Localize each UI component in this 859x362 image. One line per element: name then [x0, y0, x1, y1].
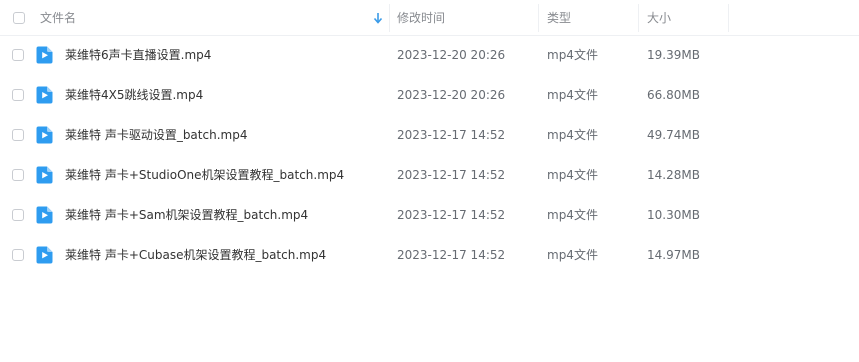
file-modified-time: 2023-12-17 14:52 [397, 128, 506, 142]
video-file-icon [36, 206, 53, 224]
file-name[interactable]: 莱维特 声卡驱动设置_batch.mp4 [65, 128, 247, 142]
file-size: 14.28MB [647, 168, 700, 182]
file-type: mp4文件 [547, 168, 598, 182]
column-header-modified[interactable]: 修改时间 [397, 11, 445, 25]
file-name[interactable]: 莱维特 声卡+Sam机架设置教程_batch.mp4 [65, 208, 308, 222]
column-header-size[interactable]: 大小 [647, 11, 671, 25]
file-modified-time: 2023-12-17 14:52 [397, 168, 506, 182]
column-divider[interactable] [389, 4, 390, 32]
file-name[interactable]: 莱维特 声卡+Cubase机架设置教程_batch.mp4 [65, 248, 326, 262]
video-file-icon [36, 166, 53, 184]
row-checkbox[interactable] [12, 129, 24, 141]
row-checkbox[interactable] [12, 209, 24, 221]
file-list: 文件名 修改时间 类型 大小 莱维特6声卡直播设置.mp4 2023-12-20… [0, 0, 859, 362]
video-file-icon [36, 86, 53, 104]
column-header-name[interactable]: 文件名 [40, 11, 76, 25]
sort-down-arrow-icon[interactable] [373, 12, 383, 24]
file-type: mp4文件 [547, 208, 598, 222]
file-row[interactable]: 莱维特 声卡+Cubase机架设置教程_batch.mp4 2023-12-17… [0, 235, 859, 275]
file-row[interactable]: 莱维特 声卡+Sam机架设置教程_batch.mp4 2023-12-17 14… [0, 195, 859, 235]
file-row[interactable]: 莱维特4X5跳线设置.mp4 2023-12-20 20:26 mp4文件 66… [0, 75, 859, 115]
file-type: mp4文件 [547, 88, 598, 102]
file-modified-time: 2023-12-20 20:26 [397, 48, 506, 62]
video-file-icon [36, 46, 53, 64]
file-size: 19.39MB [647, 48, 700, 62]
file-modified-time: 2023-12-20 20:26 [397, 88, 506, 102]
row-checkbox[interactable] [12, 49, 24, 61]
row-checkbox[interactable] [12, 249, 24, 261]
file-size: 10.30MB [647, 208, 700, 222]
file-row[interactable]: 莱维特6声卡直播设置.mp4 2023-12-20 20:26 mp4文件 19… [0, 35, 859, 75]
file-type: mp4文件 [547, 48, 598, 62]
video-file-icon [36, 126, 53, 144]
file-size: 49.74MB [647, 128, 700, 142]
column-divider[interactable] [638, 4, 639, 32]
file-name[interactable]: 莱维特6声卡直播设置.mp4 [65, 48, 211, 62]
file-size: 66.80MB [647, 88, 700, 102]
file-name[interactable]: 莱维特4X5跳线设置.mp4 [65, 88, 203, 102]
file-type: mp4文件 [547, 128, 598, 142]
video-file-icon [36, 246, 53, 264]
file-modified-time: 2023-12-17 14:52 [397, 208, 506, 222]
column-divider[interactable] [728, 4, 729, 32]
file-size: 14.97MB [647, 248, 700, 262]
select-all-checkbox[interactable] [13, 12, 25, 24]
file-list-header: 文件名 修改时间 类型 大小 [0, 0, 859, 36]
column-header-type[interactable]: 类型 [547, 11, 571, 25]
file-modified-time: 2023-12-17 14:52 [397, 248, 506, 262]
file-type: mp4文件 [547, 248, 598, 262]
file-name[interactable]: 莱维特 声卡+StudioOne机架设置教程_batch.mp4 [65, 168, 344, 182]
row-checkbox[interactable] [12, 169, 24, 181]
row-checkbox[interactable] [12, 89, 24, 101]
column-divider[interactable] [538, 4, 539, 32]
file-row[interactable]: 莱维特 声卡驱动设置_batch.mp4 2023-12-17 14:52 mp… [0, 115, 859, 155]
file-row[interactable]: 莱维特 声卡+StudioOne机架设置教程_batch.mp4 2023-12… [0, 155, 859, 195]
